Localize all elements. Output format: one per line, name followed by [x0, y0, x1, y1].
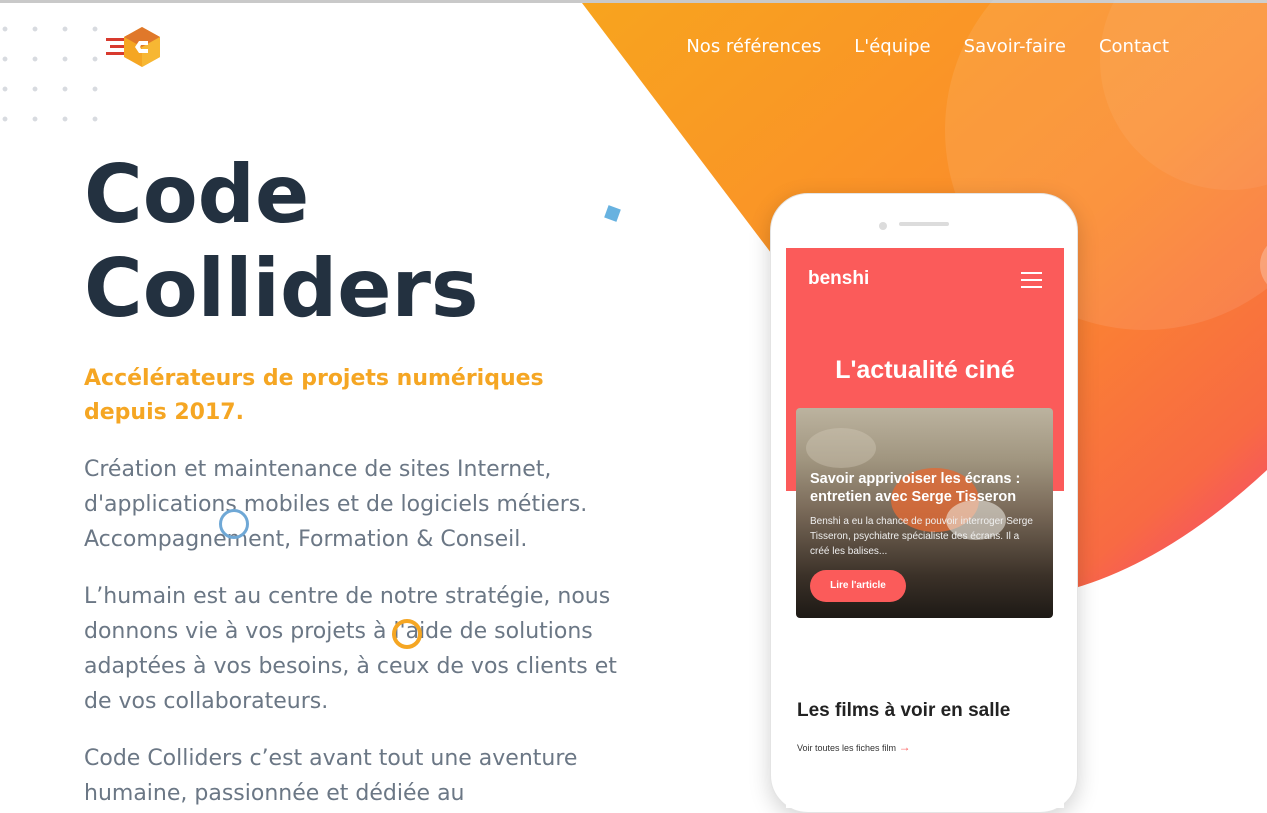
- films-section-link: Voir toutes les fiches film →: [797, 740, 911, 754]
- nav-item-equipe[interactable]: L'équipe: [854, 36, 930, 57]
- nav-item-references[interactable]: Nos références: [686, 36, 821, 57]
- nav-item-savoir-faire[interactable]: Savoir-faire: [964, 36, 1066, 57]
- phone-speaker: [899, 222, 949, 226]
- intro-paragraph-2: L’humain est au centre de notre stratégi…: [84, 584, 617, 714]
- films-section-title: Les films à voir en salle: [797, 700, 1011, 721]
- arrow-right-icon: →: [898, 740, 911, 754]
- phone-headline: L'actualité ciné: [835, 356, 1015, 384]
- article-title: Savoir apprivoiser les écrans : entretie…: [810, 471, 1021, 505]
- intro-paragraph-3: Code Colliders c’est avant tout une aven…: [84, 746, 578, 806]
- code-colliders-logo[interactable]: [106, 26, 164, 68]
- films-link-text: Voir toutes les fiches film: [797, 743, 897, 753]
- nav-item-contact[interactable]: Contact: [1099, 36, 1169, 57]
- phone-brand-logo: benshi: [808, 268, 870, 289]
- article-description: Benshi a eu la chance de pouvoir interro…: [810, 516, 1033, 557]
- phone-mockup: benshi L'actualité ciné Savoir apprivois…: [770, 193, 1078, 813]
- phone-screen: benshi L'actualité ciné Savoir apprivois…: [786, 248, 1064, 808]
- title-line-2: Colliders: [84, 242, 479, 335]
- decorative-orange-ring: [392, 619, 422, 649]
- tagline: Accélérateurs de projets numériques depu…: [84, 366, 544, 425]
- article-card: Savoir apprivoiser les écrans : entretie…: [796, 408, 1053, 618]
- phone-camera: [879, 222, 887, 230]
- decorative-blue-ring: [219, 509, 249, 539]
- card-image-highlight: [806, 428, 876, 468]
- main-navigation: Nos références L'équipe Savoir-faire Con…: [686, 36, 1169, 57]
- read-article-button: Lire l'article: [810, 570, 906, 602]
- title-line-1: Code: [84, 148, 310, 241]
- intro-paragraph-1: Création et maintenance de sites Interne…: [84, 457, 588, 552]
- page-title: Code Colliders: [84, 148, 479, 336]
- hamburger-menu-icon: [1021, 272, 1042, 288]
